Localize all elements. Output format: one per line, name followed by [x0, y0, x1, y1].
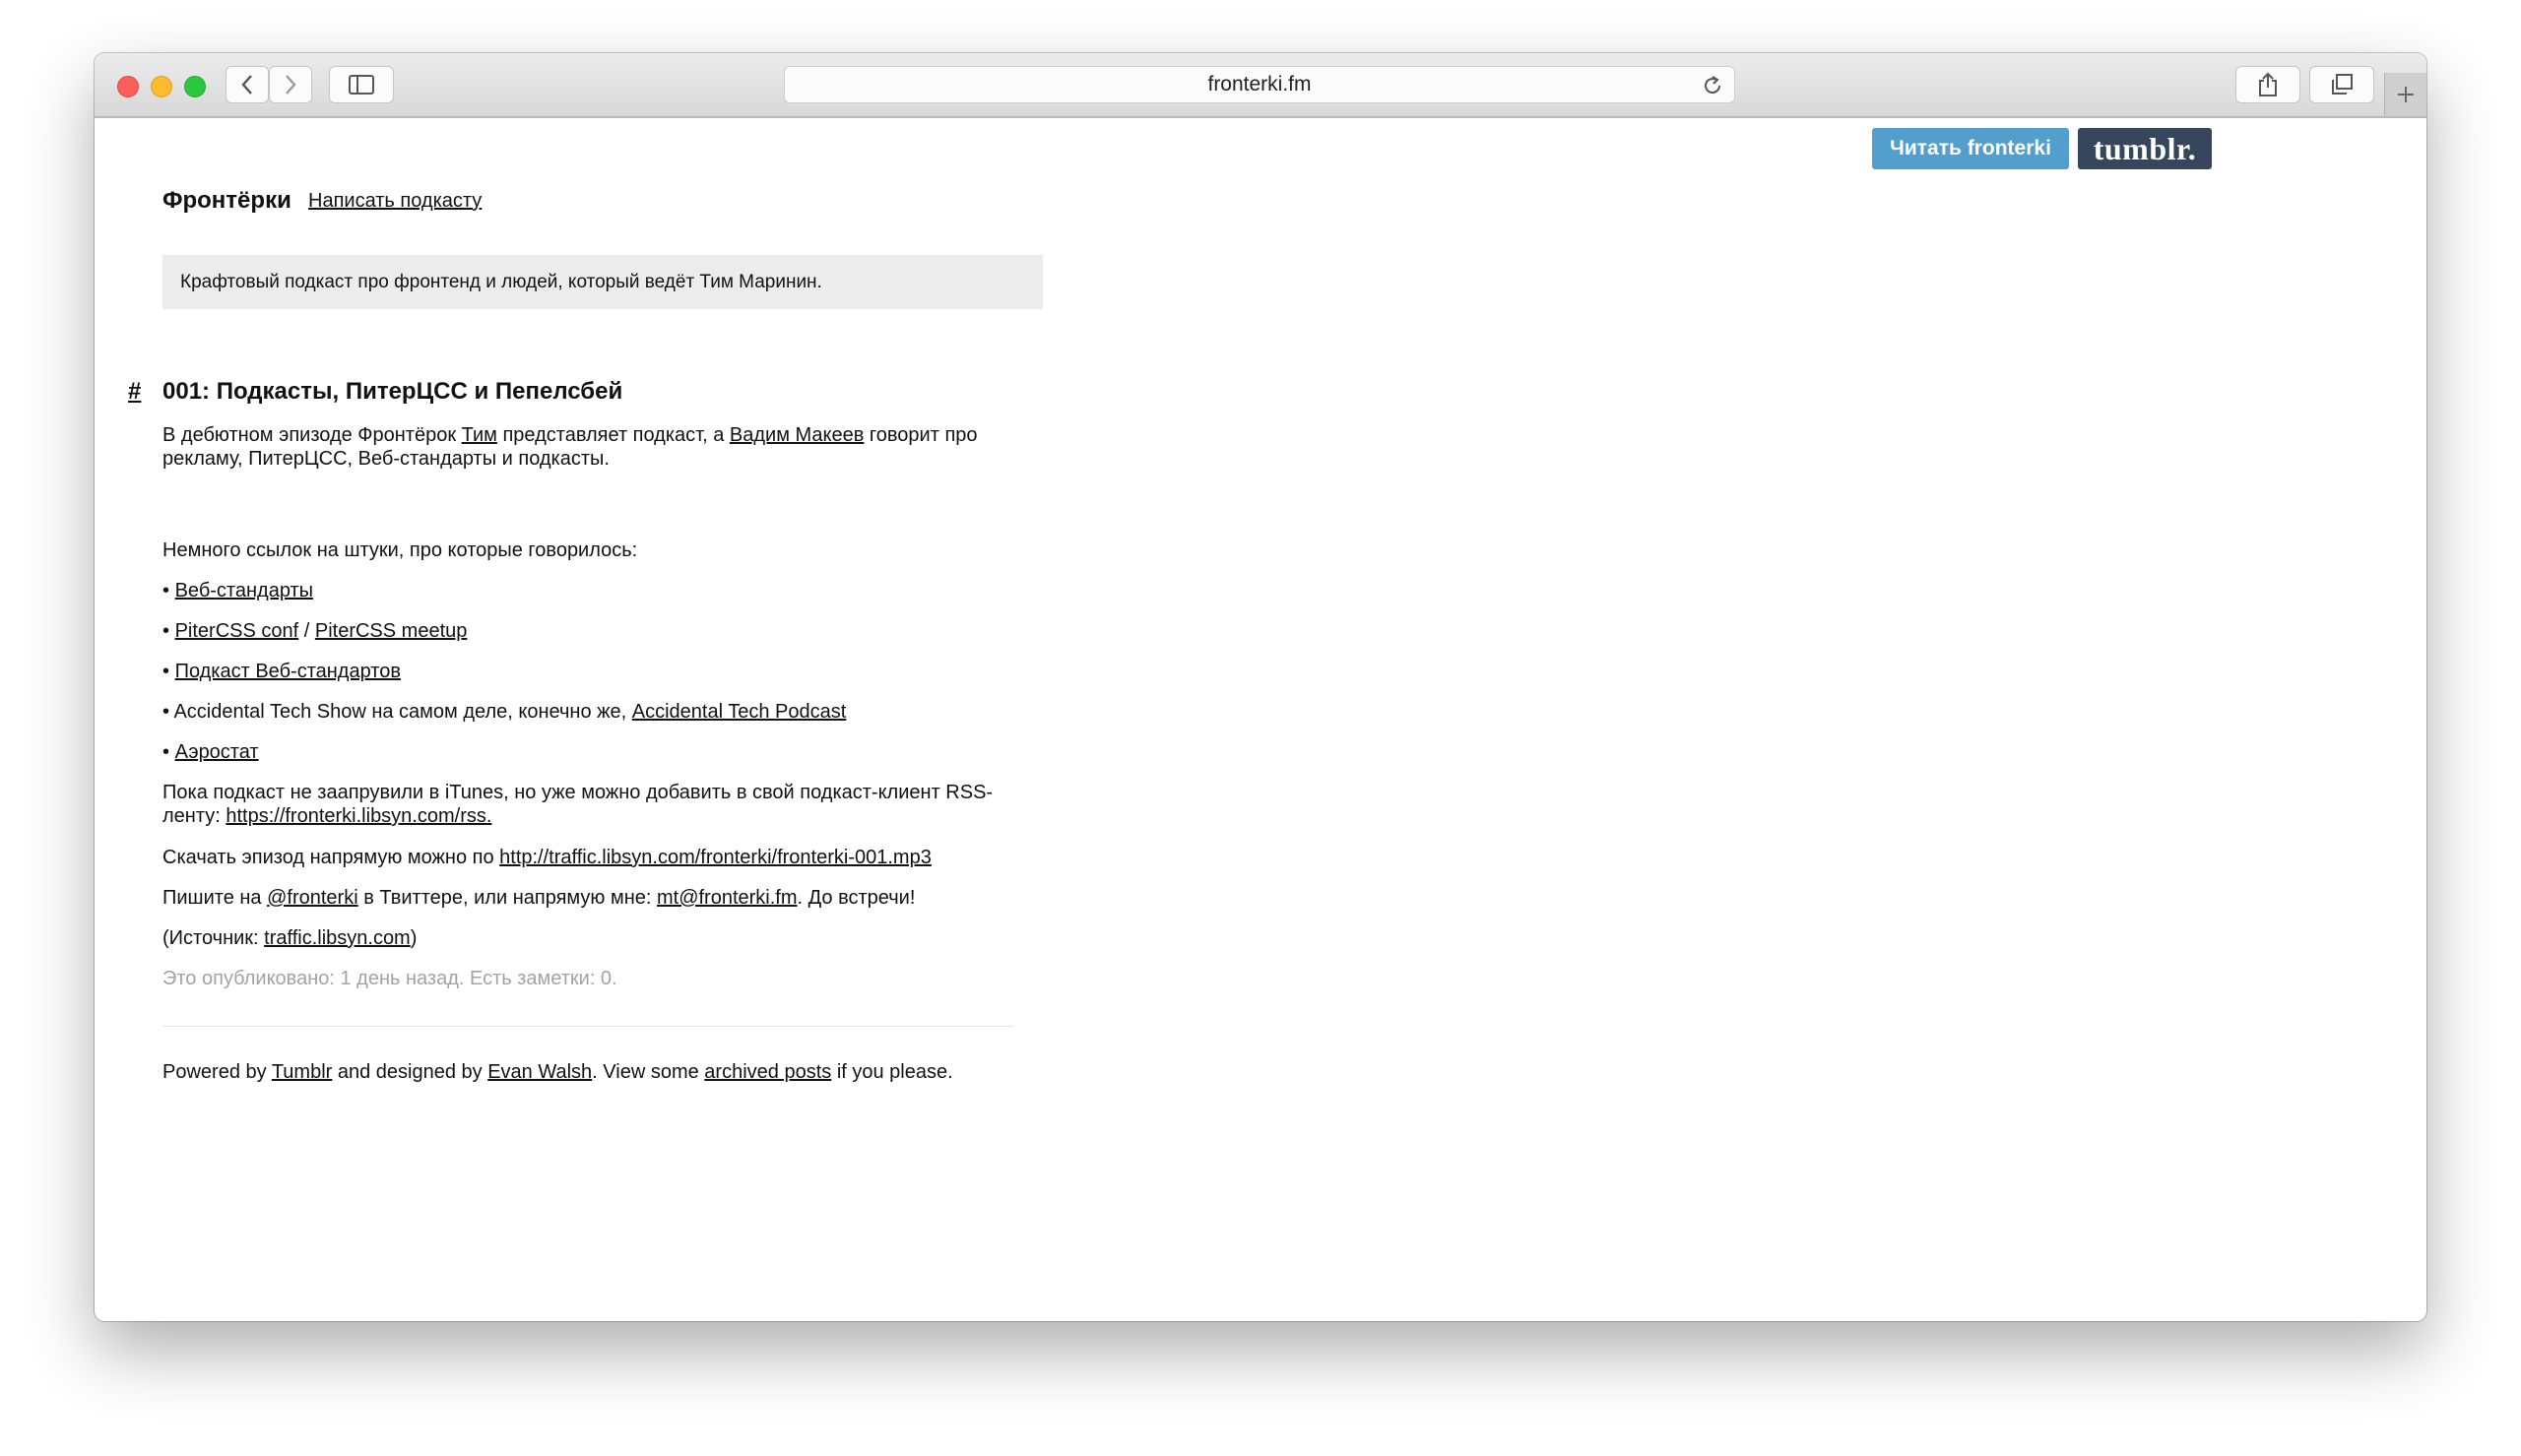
footer-text: and designed by	[332, 1061, 488, 1083]
browser-toolbar: fronterki.fm	[95, 53, 2426, 118]
footer-text: if you please.	[831, 1061, 953, 1083]
blog-title[interactable]: Фронтёрки	[162, 187, 291, 215]
list-item: • Подкаст Веб-стандартов	[162, 660, 1029, 683]
list-item: • Аэростат	[162, 740, 1029, 764]
address-text: fronterki.fm	[1207, 73, 1312, 95]
contact-text: в Твиттере, или напрямую мне:	[357, 887, 657, 909]
footer-divider	[162, 1026, 1013, 1027]
footer: Powered by Tumblr and designed by Evan W…	[162, 1060, 1029, 1084]
new-tab-button[interactable]	[2384, 73, 2426, 116]
sidebar-toggle-button[interactable]	[329, 66, 394, 103]
tab-overview-button[interactable]	[2309, 66, 2374, 103]
read-fronterki-button[interactable]: Читать fronterki	[1872, 128, 2069, 169]
archived-posts-link[interactable]: archived posts	[704, 1061, 831, 1083]
plus-icon	[2398, 87, 2414, 102]
web-standards-link[interactable]: Веб-стандарты	[175, 580, 313, 601]
bullet: •	[162, 661, 170, 682]
source-text: (Источник:	[162, 927, 265, 949]
sidebar-icon	[349, 75, 374, 95]
links-intro: Немного ссылок на штуки, про которые гов…	[162, 539, 638, 561]
minimize-window-button[interactable]	[151, 76, 172, 97]
evan-walsh-link[interactable]: Evan Walsh	[487, 1061, 592, 1083]
aerostat-link[interactable]: Аэростат	[175, 741, 259, 763]
tumblr-logo-button[interactable]: tumblr.	[2078, 128, 2212, 169]
contact-text: Пишите на	[162, 887, 268, 909]
episode-mp3-link[interactable]: http://traffic.libsyn.com/fronterki/fron…	[499, 847, 932, 868]
source-paragraph: (Источник: traffic.libsyn.com)	[162, 926, 1029, 950]
download-paragraph: Скачать эпизод напрямую можно по http://…	[162, 846, 1029, 869]
zoom-window-button[interactable]	[184, 76, 206, 97]
back-button[interactable]	[226, 66, 269, 103]
blog-description: Крафтовый подкаст про фронтенд и людей, …	[162, 255, 1043, 309]
list-item: • PiterCSS conf / PiterCSS meetup	[162, 619, 1029, 643]
share-button[interactable]	[2235, 66, 2300, 103]
footer-text: . View some	[592, 1061, 705, 1083]
pitercss-meetup-link[interactable]: PiterCSS meetup	[315, 620, 468, 642]
bullet: •	[162, 580, 170, 601]
post-intro-paragraph: В дебютном эпизоде Фронтёрок Тим предста…	[162, 423, 1029, 471]
forward-button[interactable]	[269, 66, 312, 103]
download-text: Скачать эпизод напрямую можно по	[162, 847, 500, 868]
intro-text: В дебютном эпизоде Фронтёрок	[162, 424, 462, 446]
footer-text: Powered by	[162, 1061, 272, 1083]
email-link[interactable]: mt@fronterki.fm	[657, 887, 798, 909]
intro-text: представляет подкаст, а	[496, 424, 730, 446]
post-meta: Это опубликовано: 1 день назад. Есть зам…	[162, 968, 617, 989]
tim-link[interactable]: Тим	[462, 424, 497, 446]
browser-window: fronterki.fm Читать fronterki tumblr. Фр…	[95, 53, 2426, 1321]
tumblr-link[interactable]: Tumblr	[272, 1061, 332, 1083]
post-title: 001: Подкасты, ПитерЦСС и Пепелсбей	[162, 378, 623, 405]
list-item-text: Accidental Tech Show на самом деле, коне…	[173, 701, 632, 723]
list-item: • Веб-стандарты	[162, 579, 1029, 602]
address-bar[interactable]: fronterki.fm	[784, 66, 1735, 103]
twitter-handle-link[interactable]: @fronterki	[267, 887, 358, 909]
pitercss-conf-link[interactable]: PiterCSS conf	[175, 620, 299, 642]
list-item: • Accidental Tech Show на самом деле, ко…	[162, 700, 1029, 724]
contact-paragraph: Пишите на @fronterki в Твиттере, или нап…	[162, 886, 1029, 910]
contact-text: . До встречи!	[797, 887, 916, 909]
chevron-left-icon	[241, 75, 252, 95]
accidental-tech-podcast-link[interactable]: Accidental Tech Podcast	[632, 701, 847, 723]
reload-icon[interactable]	[1701, 74, 1724, 97]
bullet: •	[162, 701, 170, 723]
source-link[interactable]: traffic.libsyn.com	[264, 927, 411, 949]
source-text: )	[410, 927, 418, 949]
rss-feed-link[interactable]: https://fronterki.libsyn.com/rss.	[226, 805, 491, 827]
bullet: •	[162, 620, 170, 642]
bullet: •	[162, 741, 170, 763]
permalink-link[interactable]: #	[128, 378, 141, 406]
chevron-right-icon	[286, 75, 296, 95]
separator: /	[298, 620, 315, 642]
write-podcast-link[interactable]: Написать подкасту	[308, 190, 482, 213]
close-window-button[interactable]	[117, 76, 139, 97]
itunes-paragraph: Пока подкаст не заапрувили в iTunes, но …	[162, 781, 1029, 828]
tabs-icon	[2332, 74, 2353, 95]
web-standards-podcast-link[interactable]: Подкаст Веб-стандартов	[175, 661, 401, 682]
vadim-makeev-link[interactable]: Вадим Макеев	[730, 424, 864, 446]
share-icon	[2259, 72, 2277, 96]
